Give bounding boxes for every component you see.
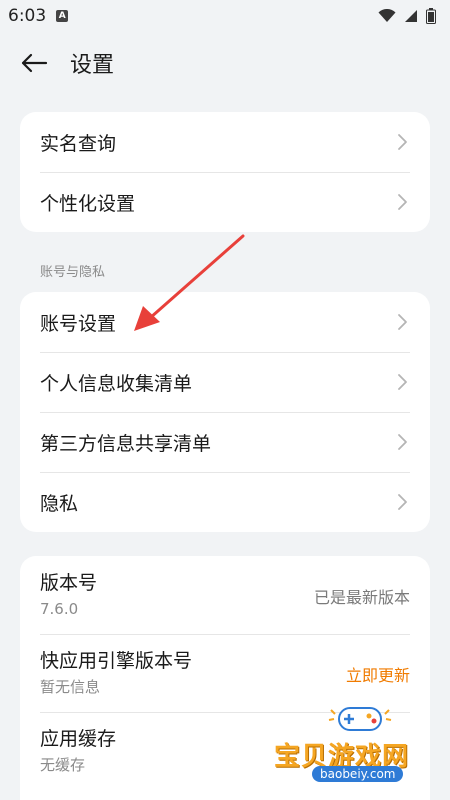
- privacy-item[interactable]: 隐私: [20, 472, 430, 532]
- chevron-right-icon: [398, 134, 407, 150]
- account-settings-label: 账号设置: [40, 312, 117, 335]
- account-settings-item[interactable]: 账号设置: [20, 292, 430, 352]
- signal-icon: [405, 10, 417, 22]
- general-settings-card: 实名查询 个性化设置: [20, 112, 430, 232]
- privacy-label: 隐私: [40, 492, 79, 515]
- status-bar: 6:03 A: [0, 0, 450, 32]
- status-icons: [378, 8, 436, 24]
- third-party-sharing-item[interactable]: 第三方信息共享清单: [20, 412, 430, 472]
- real-name-query-item[interactable]: 实名查询: [20, 112, 430, 172]
- app-header: 设置: [0, 38, 450, 88]
- personal-info-list-item[interactable]: 个人信息收集清单: [20, 352, 430, 412]
- battery-icon: [426, 8, 436, 24]
- app-cache-item[interactable]: 应用缓存 无缓存: [20, 712, 430, 790]
- chevron-right-icon: [398, 434, 407, 450]
- chevron-right-icon: [398, 374, 407, 390]
- back-button[interactable]: [4, 38, 64, 88]
- third-party-sharing-label: 第三方信息共享清单: [40, 432, 212, 455]
- update-now-button[interactable]: 立即更新: [346, 662, 410, 686]
- real-name-query-label: 实名查询: [40, 132, 117, 155]
- personalization-settings-item[interactable]: 个性化设置: [20, 172, 430, 232]
- page-title: 设置: [70, 53, 115, 78]
- chevron-right-icon: [398, 194, 407, 210]
- chevron-right-icon: [398, 314, 407, 330]
- version-item: 版本号 7.6.0 已是最新版本: [20, 556, 430, 634]
- app-cache-value: 无缓存: [40, 756, 86, 774]
- status-time: 6:03: [8, 6, 47, 26]
- section-label-account-privacy: 账号与隐私: [40, 265, 106, 280]
- quickapp-engine-item: 快应用引擎版本号 暂无信息 立即更新: [20, 634, 430, 712]
- personalization-settings-label: 个性化设置: [40, 192, 136, 215]
- app-cache-title: 应用缓存: [40, 728, 117, 750]
- back-arrow-icon: [21, 53, 48, 73]
- notification-a-icon: A: [56, 10, 69, 22]
- account-privacy-card: 账号设置 个人信息收集清单 第三方信息共享清单 隐私: [20, 292, 430, 532]
- personal-info-list-label: 个人信息收集清单: [40, 372, 193, 395]
- wifi-icon: [378, 9, 396, 22]
- chevron-right-icon: [398, 494, 407, 510]
- version-status: 已是最新版本: [313, 588, 410, 607]
- app-info-card: 版本号 7.6.0 已是最新版本 快应用引擎版本号 暂无信息 立即更新 应用缓存…: [20, 556, 430, 800]
